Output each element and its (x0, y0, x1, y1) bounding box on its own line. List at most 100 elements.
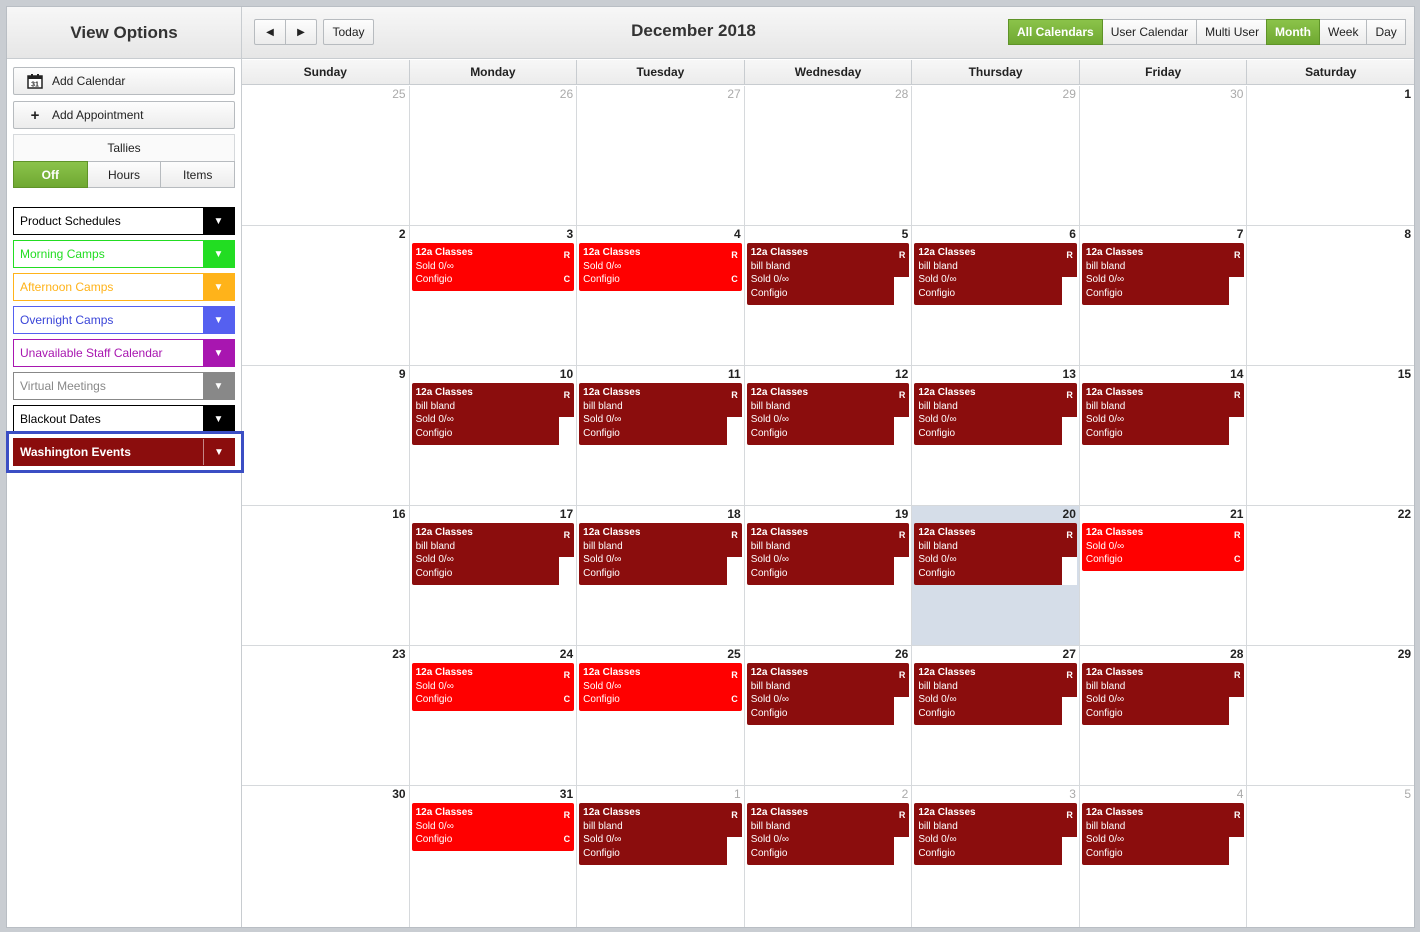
event-block[interactable]: 12a Classes Sold 0/∞ Configio R C (411, 663, 575, 711)
day-cell[interactable]: 28 12a Classes bill bland Sold 0/∞ Configio R (1080, 646, 1248, 785)
calendar-item[interactable]: Morning Camps ▼ (13, 240, 235, 268)
tally-off-button[interactable]: Off (13, 161, 88, 188)
tally-hours-button[interactable]: Hours (87, 161, 162, 188)
event-block[interactable]: 12a Classes bill bland Sold 0/∞ Configio R (746, 663, 910, 725)
event-block[interactable]: 12a Classes bill bland Sold 0/∞ Configio R (579, 803, 742, 865)
calendar-item[interactable]: Unavailable Staff Calendar ▼ (13, 339, 235, 367)
day-cell[interactable]: 9 (242, 366, 410, 505)
event-notch (894, 277, 910, 305)
day-cell[interactable]: 28 (745, 86, 913, 225)
event-block[interactable]: 12a Classes bill bland Sold 0/∞ Configio R (914, 243, 1077, 305)
event-r-tag: R (898, 670, 906, 680)
day-cell[interactable]: 3 12a Classes bill bland Sold 0/∞ Configio R (912, 786, 1080, 927)
add-appointment-button[interactable]: + Add Appointment (13, 101, 235, 129)
day-cell[interactable]: 31 12a Classes Sold 0/∞ Configio R C (410, 786, 578, 927)
event-sold: Sold 0/∞ (918, 554, 957, 565)
day-cell[interactable]: 4 12a Classes bill bland Sold 0/∞ Configio R (1080, 786, 1248, 927)
day-cell[interactable]: 24 12a Classes Sold 0/∞ Configio R C (410, 646, 578, 785)
month-view-button[interactable]: Month (1266, 19, 1320, 45)
event-block[interactable]: 12a Classes bill bland Sold 0/∞ Configio R (914, 663, 1077, 725)
event-block[interactable]: 12a Classes bill bland Sold 0/∞ Configio R (914, 523, 1077, 585)
day-cell[interactable]: 17 12a Classes bill bland Sold 0/∞ Configio R (410, 506, 578, 645)
event-block[interactable]: 12a Classes Sold 0/∞ Configio R C (579, 243, 742, 291)
event-block[interactable]: 12a Classes bill bland Sold 0/∞ Configio R (746, 803, 910, 865)
day-cell[interactable]: 11 12a Classes bill bland Sold 0/∞ Configio R (577, 366, 745, 505)
event-block[interactable]: 12a Classes bill bland Sold 0/∞ Configio R (1081, 803, 1245, 865)
day-number: 9 (398, 367, 406, 381)
event-block[interactable]: 12a Classes bill bland Sold 0/∞ Configio R (1081, 663, 1245, 725)
day-cell[interactable]: 1 (1247, 86, 1414, 225)
day-cell[interactable]: 12 12a Classes bill bland Sold 0/∞ Configio R (745, 366, 913, 505)
day-cell[interactable]: 26 12a Classes bill bland Sold 0/∞ Configio R (745, 646, 913, 785)
day-cell[interactable]: 15 (1247, 366, 1414, 505)
day-number: 7 (1236, 227, 1244, 241)
event-block[interactable]: 12a Classes bill bland Sold 0/∞ Configio R (746, 243, 910, 305)
add-calendar-button[interactable]: 31 Add Calendar (13, 67, 235, 95)
day-cell[interactable]: 20 12a Classes bill bland Sold 0/∞ Configio R (912, 506, 1080, 645)
event-block[interactable]: 12a Classes Sold 0/∞ Configio R C (411, 243, 575, 291)
day-cell[interactable]: 19 12a Classes bill bland Sold 0/∞ Configio R (745, 506, 913, 645)
day-cell[interactable]: 18 12a Classes bill bland Sold 0/∞ Configio R (577, 506, 745, 645)
day-cell[interactable]: 29 (912, 86, 1080, 225)
calendar-item[interactable]: Overnight Camps ▼ (13, 306, 235, 334)
day-cell[interactable]: 5 (1247, 786, 1414, 927)
calendar-item[interactable]: Blackout Dates ▼ (13, 405, 235, 433)
day-cell[interactable]: 3 12a Classes Sold 0/∞ Configio R C (410, 226, 578, 365)
day-cell[interactable]: 25 (242, 86, 410, 225)
event-block[interactable]: 12a Classes bill bland Sold 0/∞ Configio R (411, 523, 575, 585)
day-cell[interactable]: 14 12a Classes bill bland Sold 0/∞ Configio R (1080, 366, 1248, 505)
day-cell[interactable]: 2 (242, 226, 410, 365)
day-cell[interactable]: 1 12a Classes bill bland Sold 0/∞ Configio R (577, 786, 745, 927)
event-title: 12a Classes (1085, 807, 1144, 818)
calendar-item[interactable]: Product Schedules ▼ (13, 207, 235, 235)
day-view-button[interactable]: Day (1367, 19, 1406, 45)
event-block[interactable]: 12a Classes bill bland Sold 0/∞ Configio R (914, 383, 1077, 445)
day-cell[interactable]: 27 (577, 86, 745, 225)
event-title: 12a Classes (750, 387, 809, 398)
day-cell[interactable]: 22 (1247, 506, 1414, 645)
calendar-dropdown-button[interactable]: ▼ (203, 340, 234, 366)
all-calendars-button[interactable]: All Calendars (1008, 19, 1103, 45)
day-cell[interactable]: 26 (410, 86, 578, 225)
event-block[interactable]: 12a Classes bill bland Sold 0/∞ Configio R (411, 383, 575, 445)
day-cell[interactable]: 6 12a Classes bill bland Sold 0/∞ Configio R (912, 226, 1080, 365)
day-cell[interactable]: 30 (1080, 86, 1248, 225)
user-calendar-button[interactable]: User Calendar (1102, 19, 1198, 45)
day-cell[interactable]: 2 12a Classes bill bland Sold 0/∞ Configio R (745, 786, 913, 927)
event-block[interactable]: 12a Classes Sold 0/∞ Configio R C (579, 663, 742, 711)
calendar-dropdown-button[interactable]: ▼ (203, 373, 234, 399)
day-cell[interactable]: 7 12a Classes bill bland Sold 0/∞ Configio R (1080, 226, 1248, 365)
tally-items-button[interactable]: Items (161, 161, 236, 188)
day-cell[interactable]: 30 (242, 786, 410, 927)
calendar-dropdown-button[interactable]: ▼ (203, 307, 234, 333)
event-block[interactable]: 12a Classes Sold 0/∞ Configio R C (411, 803, 575, 851)
day-cell[interactable]: 27 12a Classes bill bland Sold 0/∞ Configio R (912, 646, 1080, 785)
event-block[interactable]: 12a Classes bill bland Sold 0/∞ Configio R (579, 383, 742, 445)
calendar-dropdown-button[interactable]: ▼ (203, 208, 234, 234)
day-cell[interactable]: 4 12a Classes Sold 0/∞ Configio R C (577, 226, 745, 365)
event-block[interactable]: 12a Classes bill bland Sold 0/∞ Configio R (746, 523, 910, 585)
event-block[interactable]: 12a Classes Sold 0/∞ Configio R C (1081, 523, 1245, 571)
calendar-dropdown-button[interactable]: ▼ (203, 406, 234, 432)
event-block[interactable]: 12a Classes bill bland Sold 0/∞ Configio R (914, 803, 1077, 865)
event-block[interactable]: 12a Classes bill bland Sold 0/∞ Configio R (579, 523, 742, 585)
calendar-dropdown-button[interactable]: ▼ (203, 241, 234, 267)
day-cell[interactable]: 13 12a Classes bill bland Sold 0/∞ Configio R (912, 366, 1080, 505)
multi-user-button[interactable]: Multi User (1197, 19, 1269, 45)
day-cell[interactable]: 21 12a Classes Sold 0/∞ Configio R C (1080, 506, 1248, 645)
event-block[interactable]: 12a Classes bill bland Sold 0/∞ Configio R (1081, 243, 1245, 305)
calendar-item[interactable]: Afternoon Camps ▼ (13, 273, 235, 301)
calendar-dropdown-button[interactable]: ▼ (203, 274, 234, 300)
day-cell[interactable]: 29 (1247, 646, 1414, 785)
day-cell[interactable]: 16 (242, 506, 410, 645)
event-block[interactable]: 12a Classes bill bland Sold 0/∞ Configio R (746, 383, 910, 445)
day-cell[interactable]: 8 (1247, 226, 1414, 365)
event-block[interactable]: 12a Classes bill bland Sold 0/∞ Configio R (1081, 383, 1245, 445)
calendar-item[interactable]: Virtual Meetings ▼ (13, 372, 235, 400)
day-cell[interactable]: 25 12a Classes Sold 0/∞ Configio R C (577, 646, 745, 785)
week-view-button[interactable]: Week (1319, 19, 1368, 45)
day-cell[interactable]: 10 12a Classes bill bland Sold 0/∞ Configio R (410, 366, 578, 505)
day-cell[interactable]: 23 (242, 646, 410, 785)
day-number: 30 (392, 787, 406, 801)
day-cell[interactable]: 5 12a Classes bill bland Sold 0/∞ Configio R (745, 226, 913, 365)
